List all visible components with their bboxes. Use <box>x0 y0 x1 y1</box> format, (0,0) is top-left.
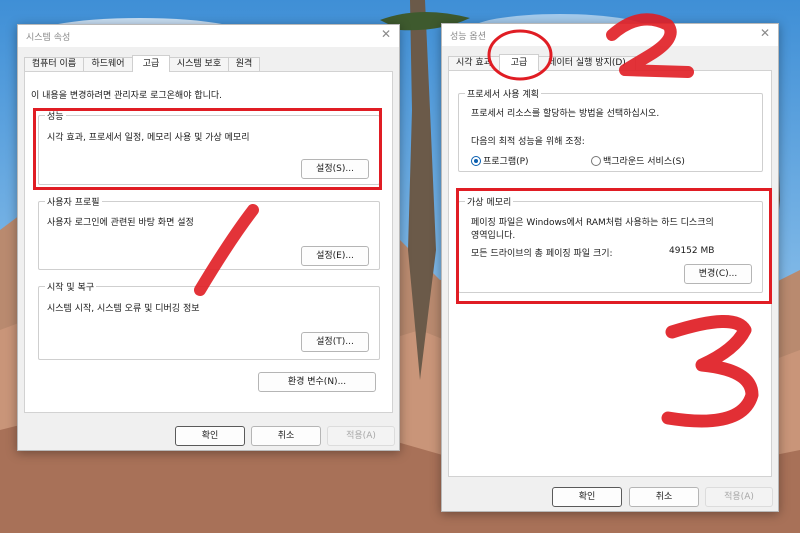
tab-visual-effects[interactable]: 시각 효과 <box>448 56 500 70</box>
title-bar: 시스템 속성 ✕ <box>18 25 399 47</box>
environment-variables-button[interactable]: 환경 변수(N)... <box>258 372 376 392</box>
apply-button[interactable]: 적용(A) <box>327 426 395 446</box>
background-services-radio[interactable] <box>591 156 601 166</box>
tab-remote[interactable]: 원격 <box>228 57 260 71</box>
system-properties-dialog: 시스템 속성 ✕ 컴퓨터 이름 하드웨어 고급 시스템 보호 원격 이 내용을 … <box>17 24 400 451</box>
admin-notice: 이 내용을 변경하려면 관리자로 로그온해야 합니다. <box>31 91 223 101</box>
adjust-label: 다음의 최적 성능을 위해 조정: <box>471 137 585 147</box>
startup-recovery-group: 시작 및 복구 시스템 시작, 시스템 오류 및 디버깅 정보 설정(T)... <box>38 280 380 360</box>
programs-radio-label[interactable]: 프로그램(P) <box>483 154 529 167</box>
tab-data-execution-prevention[interactable]: 데이터 실행 방지(D) <box>538 56 636 70</box>
cancel-button[interactable]: 취소 <box>251 426 321 446</box>
tab-advanced[interactable]: 고급 <box>132 55 170 72</box>
ok-button[interactable]: 확인 <box>175 426 245 446</box>
dialog-title: 시스템 속성 <box>26 33 71 43</box>
user-profiles-legend: 사용자 프로필 <box>45 195 102 208</box>
user-profiles-settings-button[interactable]: 설정(E)... <box>301 246 369 266</box>
apply-button[interactable]: 적용(A) <box>705 487 773 507</box>
cancel-button[interactable]: 취소 <box>629 487 699 507</box>
user-profiles-description: 사용자 로그인에 관련된 바탕 화면 설정 <box>47 218 194 228</box>
programs-radio[interactable] <box>471 156 481 166</box>
processor-description: 프로세서 리소스를 할당하는 방법을 선택하십시오. <box>471 109 660 119</box>
dialog-title: 성능 옵션 <box>450 32 486 42</box>
startup-recovery-settings-button[interactable]: 설정(T)... <box>301 332 369 352</box>
highlight-virtual-memory-group <box>456 188 772 304</box>
processor-scheduling-group: 프로세서 사용 계획 프로세서 리소스를 할당하는 방법을 선택하십시오. 다음… <box>458 87 763 172</box>
tab-advanced[interactable]: 고급 <box>499 54 539 71</box>
tab-hardware[interactable]: 하드웨어 <box>83 57 133 71</box>
background-services-radio-label[interactable]: 백그라운드 서비스(S) <box>603 154 685 167</box>
startup-recovery-legend: 시작 및 복구 <box>45 280 97 293</box>
user-profiles-group: 사용자 프로필 사용자 로그인에 관련된 바탕 화면 설정 설정(E)... <box>38 195 380 270</box>
processor-scheduling-legend: 프로세서 사용 계획 <box>465 87 541 100</box>
highlight-performance-group <box>33 108 382 190</box>
close-icon[interactable]: ✕ <box>379 27 393 41</box>
tab-computer-name[interactable]: 컴퓨터 이름 <box>24 57 84 71</box>
title-bar: 성능 옵션 ✕ <box>442 24 778 46</box>
startup-recovery-description: 시스템 시작, 시스템 오류 및 디버깅 정보 <box>47 304 200 314</box>
ok-button[interactable]: 확인 <box>552 487 622 507</box>
close-icon[interactable]: ✕ <box>758 26 772 40</box>
tab-system-protection[interactable]: 시스템 보호 <box>169 57 229 71</box>
